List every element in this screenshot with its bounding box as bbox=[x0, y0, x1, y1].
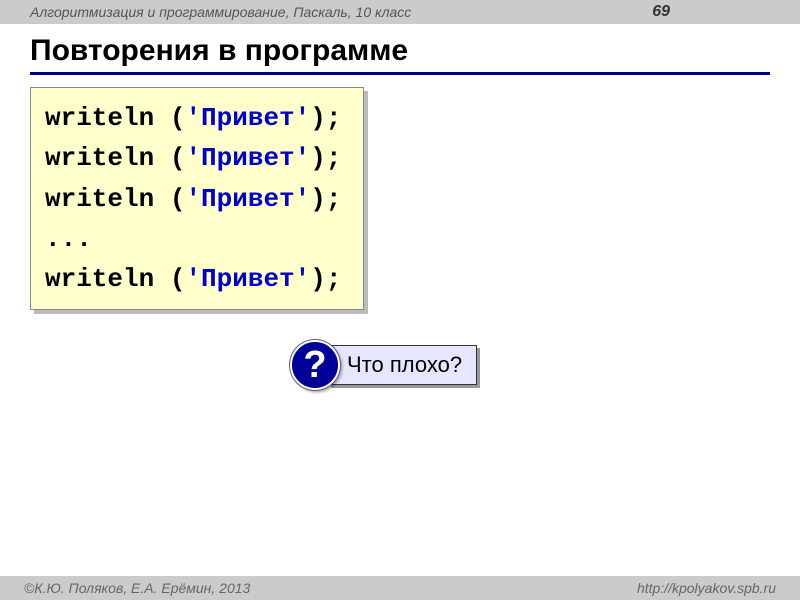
code-string: 'Привет' bbox=[185, 264, 310, 294]
code-suffix: ); bbox=[310, 184, 341, 214]
footer-bar: ©К.Ю. Поляков, Е.А. Ерёмин, 2013 http://… bbox=[0, 576, 800, 600]
code-string: 'Привет' bbox=[185, 184, 310, 214]
title-block: Повторения в программе bbox=[30, 34, 770, 75]
code-prefix: writeln ( bbox=[45, 143, 185, 173]
code-ellipsis: ... bbox=[45, 224, 92, 254]
question-callout: ? Что плохо? bbox=[290, 340, 477, 390]
code-line: writeln ('Привет'); bbox=[45, 103, 341, 133]
question-mark-icon: ? bbox=[290, 340, 340, 390]
copyright-label: ©К.Ю. Поляков, Е.А. Ерёмин, 2013 bbox=[24, 580, 250, 596]
code-line: writeln ('Привет'); bbox=[45, 184, 341, 214]
code-line: writeln ('Привет'); bbox=[45, 264, 341, 294]
code-prefix: writeln ( bbox=[45, 184, 185, 214]
slide-title: Повторения в программе bbox=[30, 34, 770, 68]
code-suffix: ); bbox=[310, 143, 341, 173]
header-bar: Алгоритмизация и программирование, Паска… bbox=[0, 0, 800, 24]
code-suffix: ); bbox=[310, 264, 341, 294]
code-prefix: writeln ( bbox=[45, 103, 185, 133]
code-suffix: ); bbox=[310, 103, 341, 133]
question-text: Что плохо? bbox=[328, 345, 477, 385]
code-line: writeln ('Привет'); bbox=[45, 143, 341, 173]
code-box: writeln ('Привет'); writeln ('Привет'); … bbox=[30, 87, 364, 310]
footer-url: http://kpolyakov.spb.ru bbox=[637, 580, 776, 596]
code-string: 'Привет' bbox=[185, 143, 310, 173]
slide-container: Алгоритмизация и программирование, Паска… bbox=[0, 0, 800, 600]
course-label: Алгоритмизация и программирование, Паска… bbox=[30, 4, 411, 20]
title-underline bbox=[30, 72, 770, 75]
code-prefix: writeln ( bbox=[45, 264, 185, 294]
code-string: 'Привет' bbox=[185, 103, 310, 133]
code-line: ... bbox=[45, 224, 92, 254]
page-number: 69 bbox=[652, 3, 670, 21]
